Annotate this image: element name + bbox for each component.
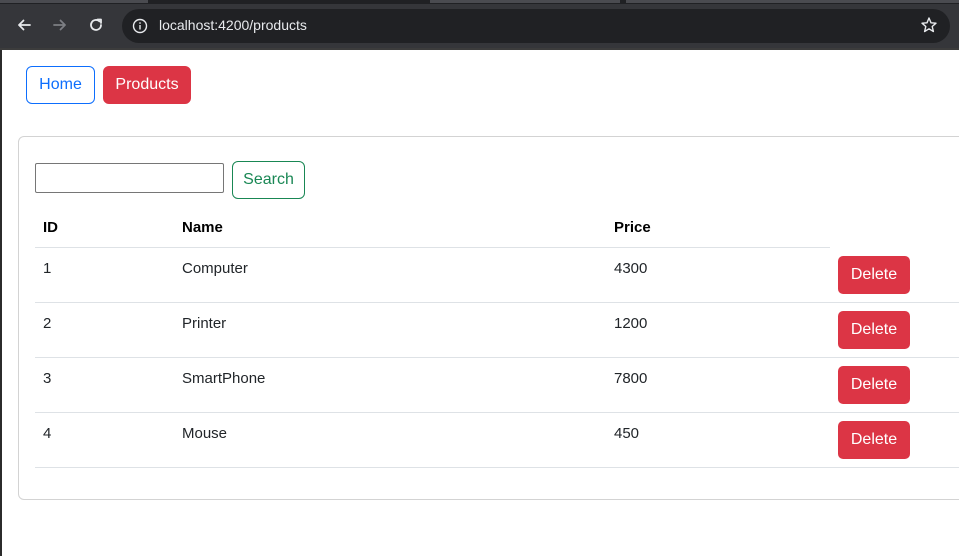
star-icon[interactable] — [920, 16, 938, 34]
header-name: Name — [182, 219, 223, 236]
row-price: 450 — [614, 425, 640, 442]
header-price: Price — [614, 219, 651, 236]
row-id: 1 — [43, 260, 52, 277]
header-divider — [35, 247, 830, 248]
delete-button[interactable]: Delete — [838, 366, 910, 404]
row-price: 7800 — [614, 370, 648, 387]
row-name: Printer — [182, 315, 227, 332]
tab-edge — [0, 0, 148, 3]
row-name: Computer — [182, 260, 248, 277]
reload-icon — [90, 18, 102, 31]
address-bar[interactable]: localhost:4200/products — [122, 9, 950, 43]
window-edge — [0, 50, 2, 556]
forward-button[interactable] — [46, 11, 74, 39]
row-name: SmartPhone — [182, 370, 266, 387]
info-icon[interactable] — [132, 18, 148, 34]
search-input[interactable] — [35, 163, 224, 193]
tab-edge — [430, 0, 620, 3]
url-text[interactable]: localhost:4200/products — [159, 17, 307, 33]
home-button[interactable]: Home — [26, 66, 95, 104]
page-content: Home Products Search ID Name Price 1 Com… — [0, 50, 959, 556]
products-button[interactable]: Products — [103, 66, 191, 104]
row-id: 3 — [43, 370, 52, 387]
arrow-left-icon — [18, 19, 31, 31]
arrow-right-icon — [53, 19, 66, 31]
row-divider — [35, 412, 959, 413]
delete-button[interactable]: Delete — [838, 256, 910, 294]
row-divider — [35, 302, 959, 303]
row-name: Mouse — [182, 425, 228, 442]
row-id: 2 — [43, 315, 52, 332]
delete-button[interactable]: Delete — [838, 311, 910, 349]
row-divider — [35, 357, 959, 358]
back-button[interactable] — [10, 11, 38, 39]
row-price: 4300 — [614, 260, 648, 277]
browser-toolbar: localhost:4200/products — [0, 0, 959, 50]
row-divider — [35, 467, 959, 468]
row-price: 1200 — [614, 315, 648, 332]
reload-button[interactable] — [82, 11, 110, 39]
tab-edge — [626, 0, 959, 3]
header-id: ID — [43, 219, 58, 236]
row-id: 4 — [43, 425, 52, 442]
search-button[interactable]: Search — [232, 161, 305, 199]
delete-button[interactable]: Delete — [838, 421, 910, 459]
